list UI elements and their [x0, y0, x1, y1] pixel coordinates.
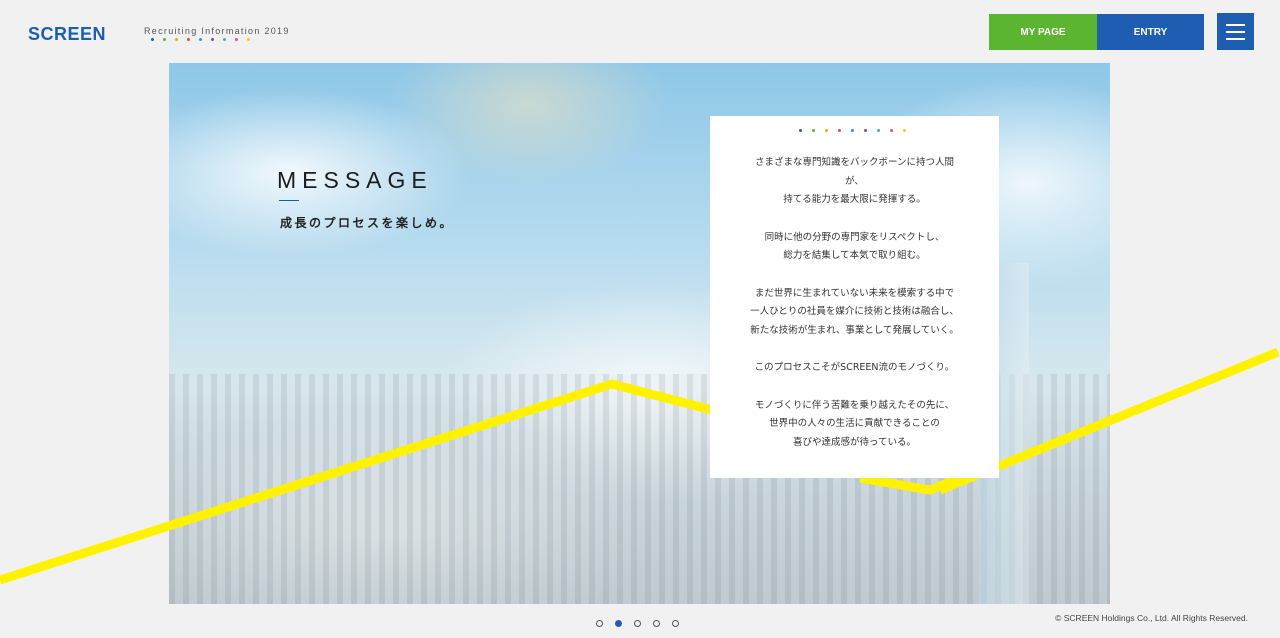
slide-pager — [596, 620, 679, 627]
color-dot — [799, 129, 802, 132]
color-dot — [864, 129, 867, 132]
color-dot — [812, 129, 815, 132]
color-dot — [851, 129, 854, 132]
pager-dot[interactable] — [596, 620, 603, 627]
card-color-dots — [799, 129, 906, 132]
page: SCREEN Recruiting Information 2019 MY PA… — [0, 0, 1280, 638]
color-dot — [825, 129, 828, 132]
message-paragraph: まだ世界に生まれていない未来を模索する中で 一人ひとりの社員を媒介に技術と技術は… — [750, 287, 959, 336]
color-dot — [877, 129, 880, 132]
message-paragraph: 同時に他の分野の専門家をリスペクトし、 総力を結集して本気で取り組む。 — [764, 231, 945, 262]
yellow-growth-line — [0, 347, 1280, 585]
color-dot — [890, 129, 893, 132]
pager-dot[interactable] — [672, 620, 679, 627]
message-body: さまざまな専門知識をバックボーンに持つ人間 が、 持てる能力を最大限に発揮する。… — [710, 154, 999, 471]
message-paragraph: このプロセスこそがSCREEN流のモノづくり。 — [754, 362, 955, 373]
pager-dot[interactable] — [634, 620, 641, 627]
message-paragraph: さまざまな専門知識をバックボーンに持つ人間 が、 持てる能力を最大限に発揮する。 — [754, 157, 955, 205]
message-paragraph: モノづくりに伴う苦難を乗り越えたその先に、 世界中の人々の生活に貢献できることの… — [754, 399, 955, 448]
message-card: さまざまな専門知識をバックボーンに持つ人間 が、 持てる能力を最大限に発揮する。… — [710, 116, 999, 478]
pager-dot[interactable] — [653, 620, 660, 627]
color-dot — [838, 129, 841, 132]
color-dot — [903, 129, 906, 132]
pager-dot[interactable] — [615, 620, 622, 627]
copyright: © SCREEN Holdings Co., Ltd. All Rights R… — [1055, 613, 1248, 623]
